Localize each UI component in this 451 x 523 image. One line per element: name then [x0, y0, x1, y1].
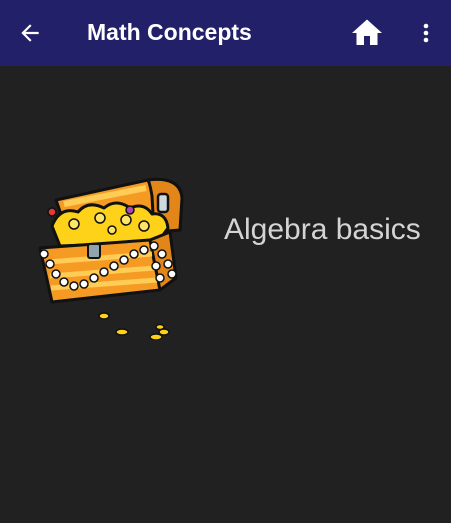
treasure-chest-image	[38, 177, 184, 340]
more-vert-icon	[423, 23, 429, 43]
app-bar: Math Concepts	[0, 0, 451, 66]
arrow-left-icon	[21, 24, 39, 42]
home-icon	[352, 19, 382, 45]
app-title: Math Concepts	[87, 19, 252, 45]
topic-list: Algebra basics	[0, 66, 451, 523]
home-button[interactable]	[346, 12, 388, 54]
topic-item-algebra-basics[interactable]: Algebra basics	[0, 170, 451, 350]
topic-label: Algebra basics	[224, 213, 421, 246]
back-button[interactable]	[10, 13, 50, 53]
overflow-menu-button[interactable]	[410, 13, 442, 53]
